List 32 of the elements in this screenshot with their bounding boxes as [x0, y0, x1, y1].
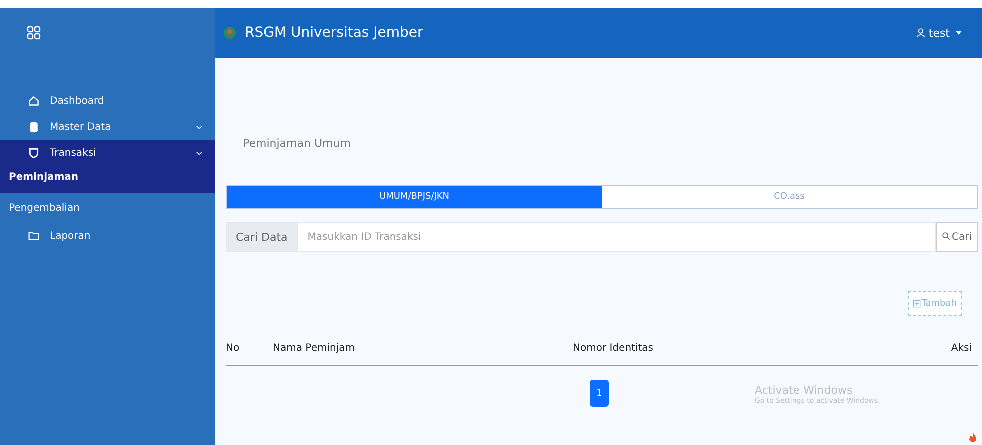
- column-header: Aksi: [950, 343, 973, 354]
- sidebar-subitem[interactable]: Peminjaman: [0, 166, 215, 193]
- search-button[interactable]: Cari: [936, 222, 978, 252]
- sidebar-item[interactable]: Pengembalian: [0, 193, 215, 223]
- app-title: RSGM Universitas Jember: [245, 25, 424, 41]
- sidebar-item[interactable]: Laporan: [0, 223, 215, 249]
- chevron-icon: [196, 150, 203, 156]
- sidebar-item[interactable]: Master Data: [0, 114, 215, 140]
- home-icon: [28, 95, 40, 107]
- user-menu[interactable]: test: [916, 26, 962, 40]
- page-heading: Peminjaman Umum: [243, 137, 352, 152]
- tab[interactable]: UMUM/BPJS/JKN: [227, 186, 602, 208]
- column-header: No: [226, 343, 241, 354]
- caret-icon: [956, 31, 962, 35]
- activation-title: Activate Windows: [755, 384, 854, 397]
- sidebar-item[interactable]: Transaksi: [0, 140, 215, 166]
- column-header: Nomor Identitas: [573, 343, 654, 354]
- logo-icon: [223, 26, 237, 40]
- folder-icon: [28, 230, 40, 242]
- search-field[interactable]: Masukkan ID Transaksi: [298, 222, 936, 252]
- plus-icon: [912, 300, 921, 308]
- flame-icon: [968, 432, 978, 443]
- database-icon: [28, 121, 40, 133]
- user-icon: [916, 28, 926, 38]
- grid-icon: [27, 26, 41, 40]
- page-button[interactable]: 1: [590, 380, 609, 407]
- chevron-icon: [196, 124, 203, 130]
- search-label: Cari Data: [226, 222, 298, 252]
- column-header: Nama Peminjam: [273, 343, 356, 354]
- shield-icon: [28, 147, 40, 159]
- search-icon: [942, 232, 952, 242]
- sidebar-item[interactable]: Dashboard: [0, 88, 215, 114]
